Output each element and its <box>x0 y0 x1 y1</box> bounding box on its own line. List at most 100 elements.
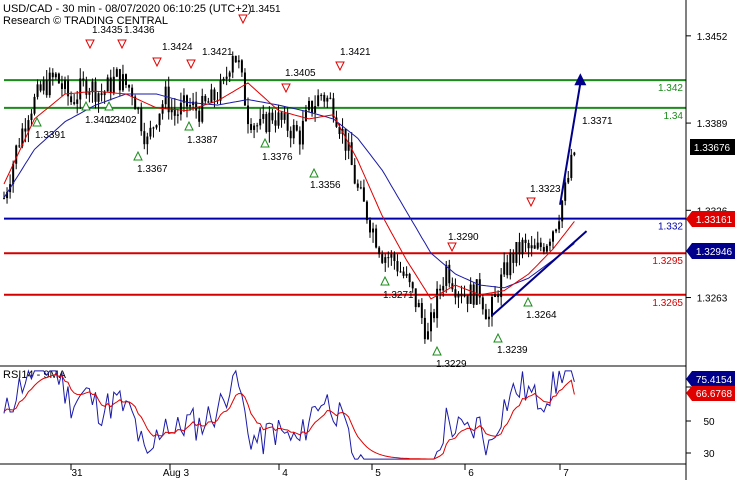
candle-body <box>292 125 295 139</box>
candle-body <box>484 309 487 320</box>
candle-body <box>298 130 301 145</box>
time-tick-label: Aug 3 <box>163 468 190 479</box>
candle-body <box>430 312 432 332</box>
candle-body <box>186 95 188 107</box>
candle-body <box>42 80 45 91</box>
level-label-pivot: 1.332 <box>658 222 683 233</box>
candle-body <box>231 55 234 73</box>
candle-body <box>265 114 268 133</box>
candle-body <box>250 124 253 130</box>
candle-body <box>51 72 54 78</box>
candle-body <box>176 114 179 116</box>
candle-body <box>387 257 390 259</box>
candle-body <box>109 77 112 93</box>
level-label-support: 1.3295 <box>652 256 683 267</box>
high-label: 1.3421 <box>340 47 371 58</box>
candle-body <box>423 317 426 340</box>
candle-body <box>314 106 317 113</box>
candle-body <box>280 112 283 120</box>
candle-body <box>88 92 91 95</box>
candle-body <box>390 254 393 258</box>
candle-body <box>393 254 396 262</box>
candle-body <box>112 76 115 93</box>
high-label: 1.3371 <box>582 116 613 127</box>
candle-body <box>143 131 146 145</box>
candle-body <box>466 294 469 304</box>
candle-body <box>76 99 79 104</box>
candle-body <box>240 60 243 73</box>
candle-body <box>561 200 564 222</box>
candle-body <box>210 89 213 103</box>
candle-body <box>158 113 161 126</box>
candle-body <box>228 72 231 77</box>
low-label: 1.3239 <box>497 345 528 356</box>
candle-body <box>320 94 323 96</box>
candle-body <box>405 273 408 276</box>
candle-body <box>399 271 402 273</box>
candle-body <box>167 86 170 113</box>
candle-body <box>359 187 362 189</box>
instrument-header: USD/CAD - 30 min - 08/07/2020 06:10:25 (… <box>3 3 252 15</box>
low-label: 1.3229 <box>436 359 467 370</box>
candle-body <box>411 282 414 289</box>
low-label: 1.3387 <box>187 135 218 146</box>
candle-body <box>472 284 475 305</box>
candle-body <box>121 74 124 91</box>
candle-body <box>396 261 399 272</box>
low-label: 1.3376 <box>262 152 293 163</box>
candle-body <box>372 228 375 233</box>
candle-body <box>155 125 158 128</box>
candle-body <box>234 55 237 63</box>
candle-body <box>515 242 518 263</box>
candle-body <box>481 297 484 310</box>
candle-body <box>24 128 27 132</box>
candle-body <box>262 114 265 119</box>
rsi-ma-value: 66.6768 <box>696 389 733 400</box>
rsi-value: 75.4154 <box>696 375 733 386</box>
candle-body <box>420 303 423 318</box>
low-label: 1.3367 <box>137 164 168 175</box>
blue-price-tag: 1.32946 <box>686 243 735 259</box>
candle-body <box>365 201 368 221</box>
candle-body <box>259 118 262 126</box>
candle-body <box>253 125 256 130</box>
candle-body <box>137 107 140 110</box>
candle-body <box>57 73 60 84</box>
candle-body <box>570 154 573 178</box>
candle-body <box>521 239 524 255</box>
candle-body <box>3 197 5 199</box>
candle-body <box>369 220 371 233</box>
candle-body <box>45 80 48 96</box>
candle-body <box>54 73 57 78</box>
candle-body <box>237 60 240 63</box>
time-tick-label: 31 <box>71 468 83 479</box>
candle-body <box>100 93 103 96</box>
price-tick-label: 1.3389 <box>697 119 728 130</box>
candle-body <box>207 101 210 103</box>
candle-body <box>317 95 320 107</box>
rsi-ma-tag: 66.6768 <box>686 386 735 401</box>
candle-body <box>539 242 542 248</box>
candle-body <box>225 76 228 79</box>
candle-body <box>106 77 109 92</box>
price-tick-label: 1.3263 <box>697 294 728 305</box>
candle-body <box>271 112 274 121</box>
candle-body <box>433 312 436 319</box>
candle-body <box>274 120 277 126</box>
candle-body <box>283 112 286 120</box>
candle-body <box>439 288 442 291</box>
candle-body <box>198 110 201 122</box>
candle-body <box>247 105 249 125</box>
candle-body <box>536 242 539 249</box>
candle-body <box>558 221 561 230</box>
high-label: 1.3405 <box>285 68 316 79</box>
candle-body <box>378 247 381 255</box>
candle-body <box>277 112 280 126</box>
source-header: Research © TRADING CENTRAL <box>3 15 168 27</box>
candle-body <box>311 100 314 113</box>
candle-body <box>118 69 121 91</box>
low-label: 1.3264 <box>526 310 557 321</box>
candle-body <box>70 96 73 103</box>
candle-body <box>518 242 521 255</box>
low-label: 1.3356 <box>310 180 341 191</box>
